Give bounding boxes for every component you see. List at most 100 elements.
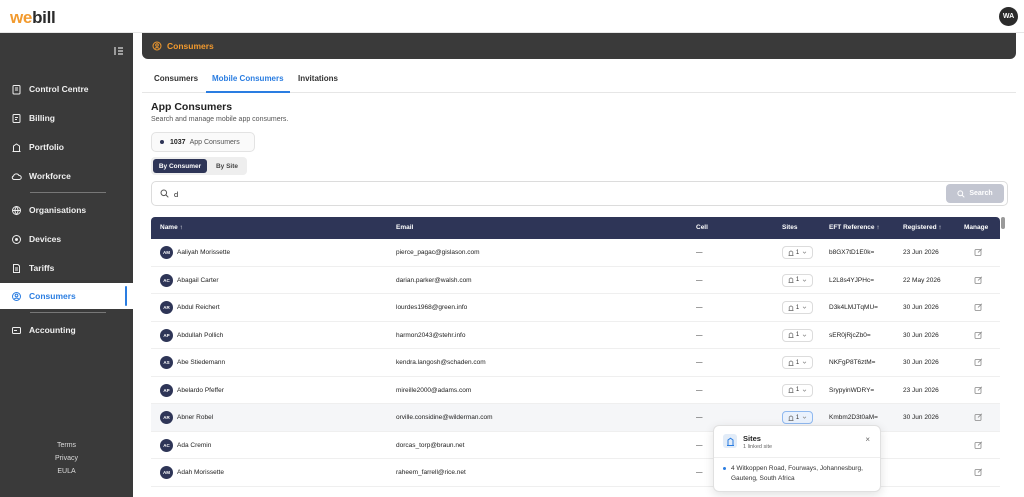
popover-divider bbox=[714, 457, 880, 458]
tab-bar: Consumers Mobile Consumers Invitations bbox=[142, 66, 1016, 93]
manage-icon[interactable] bbox=[974, 358, 983, 367]
cell-eft-reference: sER0jRjcZb0= bbox=[829, 331, 871, 339]
tab-mobile-consumers[interactable]: Mobile Consumers bbox=[212, 74, 284, 83]
section-title: App Consumers bbox=[151, 101, 233, 113]
search-bar: Search bbox=[151, 181, 1008, 206]
cell-eft-reference: b8GX7tD1E0k= bbox=[829, 249, 875, 256]
search-button[interactable]: Search bbox=[946, 184, 1004, 203]
receipt-icon bbox=[12, 113, 21, 123]
by-consumer-button[interactable]: By Consumer bbox=[153, 159, 207, 173]
avatar: AM bbox=[160, 466, 173, 479]
manage-icon[interactable] bbox=[974, 413, 983, 422]
avatar: AC bbox=[160, 438, 173, 452]
cell-name: Abe Stiedemann bbox=[177, 359, 226, 366]
cell-phone: — bbox=[696, 359, 703, 366]
manage-icon[interactable] bbox=[974, 248, 983, 257]
sites-dropdown[interactable]: 1 bbox=[782, 411, 813, 424]
chevron-down-icon bbox=[802, 279, 807, 282]
column-header-name[interactable]: Name ↑ bbox=[160, 224, 183, 231]
cell-eft-reference: L2L8s4YJPHc= bbox=[829, 276, 874, 284]
table-row[interactable]: AC Abagail Carter darian.parker@walsh.com —… bbox=[151, 266, 1000, 294]
cell-registered: 23 Jun 2026 bbox=[903, 249, 939, 256]
cell-registered: 23 Jun 2026 bbox=[903, 386, 939, 394]
sidebar-item-tariffs[interactable]: Tariffs bbox=[0, 255, 133, 281]
by-site-button[interactable]: By Site bbox=[209, 159, 245, 173]
manage-icon[interactable] bbox=[974, 386, 983, 395]
building-icon bbox=[788, 414, 794, 421]
top-bar: webill WA bbox=[0, 0, 1024, 33]
cell-registered: 30 Jun 2026 bbox=[903, 359, 939, 366]
cell-registered: 30 Jun 2026 bbox=[903, 304, 939, 311]
cell-phone: — bbox=[696, 414, 703, 421]
chevron-down-icon bbox=[802, 389, 807, 392]
cell-phone: — bbox=[696, 331, 703, 339]
column-header-eft-reference[interactable]: EFT Reference ↑ bbox=[829, 224, 880, 231]
sites-popover: Sites 1 linked site × 4 Witkoppen Road, … bbox=[713, 425, 881, 492]
table-row[interactable]: AP Abdullah Pollich harmon2043@stehr.info —… bbox=[151, 321, 1000, 349]
webill-logo[interactable]: webill bbox=[10, 8, 56, 28]
section-subtitle: Search and manage mobile app consumers. bbox=[151, 116, 289, 123]
sidebar-item-accounting[interactable]: Accounting bbox=[0, 317, 133, 343]
column-header-registered[interactable]: Registered ↑ bbox=[903, 224, 942, 231]
sidebar-divider bbox=[30, 192, 106, 193]
scrollbar[interactable] bbox=[1001, 217, 1005, 229]
sidebar-item-control-centre[interactable]: Control Centre bbox=[0, 76, 133, 102]
sites-dropdown[interactable]: 1 bbox=[782, 328, 813, 342]
building-icon bbox=[788, 387, 794, 393]
active-indicator bbox=[125, 286, 127, 306]
eula-link[interactable]: EULA bbox=[0, 468, 133, 475]
sites-dropdown[interactable]: 1 bbox=[782, 246, 813, 259]
avatar: AC bbox=[160, 273, 173, 287]
sidebar-item-consumers[interactable]: Consumers bbox=[0, 283, 133, 309]
table-row[interactable]: AM Aaliyah Morissette pierce_pagac@gislaso… bbox=[151, 239, 1000, 267]
manage-icon[interactable] bbox=[974, 441, 983, 450]
cell-registered: 30 Jun 2026 bbox=[903, 331, 939, 339]
manage-icon[interactable] bbox=[974, 276, 983, 285]
site-address: 4 Witkoppen Road, Fourways, Johannesburg… bbox=[731, 465, 863, 482]
table-row[interactable]: AS Abe Stiedemann kendra.langosh@schaden.c… bbox=[151, 349, 1000, 377]
cell-eft-reference: NKFgP8T6ztM= bbox=[829, 359, 876, 366]
sidebar-item-workforce[interactable]: Workforce bbox=[0, 163, 133, 189]
user-circle-icon bbox=[152, 41, 162, 51]
privacy-link[interactable]: Privacy bbox=[0, 455, 133, 462]
sites-dropdown[interactable]: 1 bbox=[782, 383, 813, 397]
avatar: AR bbox=[160, 411, 173, 424]
table-row[interactable]: AR Abdul Reichert lourdes1968@green.info — 1… bbox=[151, 294, 1000, 322]
cell-name: Abelardo Pfeffer bbox=[177, 386, 224, 394]
sidebar-item-billing[interactable]: Billing bbox=[0, 105, 133, 131]
search-input[interactable] bbox=[174, 187, 934, 201]
cell-email: kendra.langosh@schaden.com bbox=[396, 359, 486, 366]
building-icon bbox=[788, 277, 794, 283]
sidebar-divider bbox=[30, 312, 106, 313]
cell-name: Abdul Reichert bbox=[177, 304, 220, 311]
collapse-sidebar-icon[interactable] bbox=[113, 45, 125, 57]
building-icon bbox=[723, 434, 737, 448]
sidebar-item-organisations[interactable]: Organisations bbox=[0, 197, 133, 223]
cell-email: raheem_farrell@rice.net bbox=[396, 469, 466, 476]
manage-icon[interactable] bbox=[974, 331, 983, 340]
sidebar-item-devices[interactable]: Devices bbox=[0, 226, 133, 252]
cell-name: Ada Cremin bbox=[177, 441, 212, 449]
sidebar-item-portfolio[interactable]: Portfolio bbox=[0, 134, 133, 160]
manage-icon[interactable] bbox=[974, 468, 983, 477]
sites-dropdown[interactable]: 1 bbox=[782, 356, 813, 369]
cell-name: Aaliyah Morissette bbox=[177, 249, 231, 256]
tab-consumers[interactable]: Consumers bbox=[154, 74, 198, 83]
clipboard-icon bbox=[12, 84, 21, 94]
chevron-down-icon bbox=[802, 416, 807, 419]
close-icon[interactable]: × bbox=[865, 435, 870, 444]
sites-dropdown[interactable]: 1 bbox=[782, 273, 813, 287]
column-header-manage: Manage bbox=[964, 224, 989, 231]
user-avatar[interactable]: WA bbox=[999, 7, 1018, 26]
tab-invitations[interactable]: Invitations bbox=[298, 74, 338, 83]
manage-icon[interactable] bbox=[974, 303, 983, 312]
terms-link[interactable]: Terms bbox=[0, 442, 133, 449]
table-row[interactable]: AP Abelardo Pfeffer mireille2000@adams.com… bbox=[151, 376, 1000, 404]
document-icon bbox=[13, 263, 20, 273]
consumer-count-badge: 1037 App Consumers bbox=[151, 132, 255, 152]
cell-email: dorcas_torp@braun.net bbox=[396, 441, 465, 449]
cell-phone: — bbox=[696, 276, 703, 284]
chevron-down-icon bbox=[802, 251, 807, 254]
cell-email: orville.considine@wilderman.com bbox=[396, 414, 493, 421]
sites-dropdown[interactable]: 1 bbox=[782, 301, 813, 314]
